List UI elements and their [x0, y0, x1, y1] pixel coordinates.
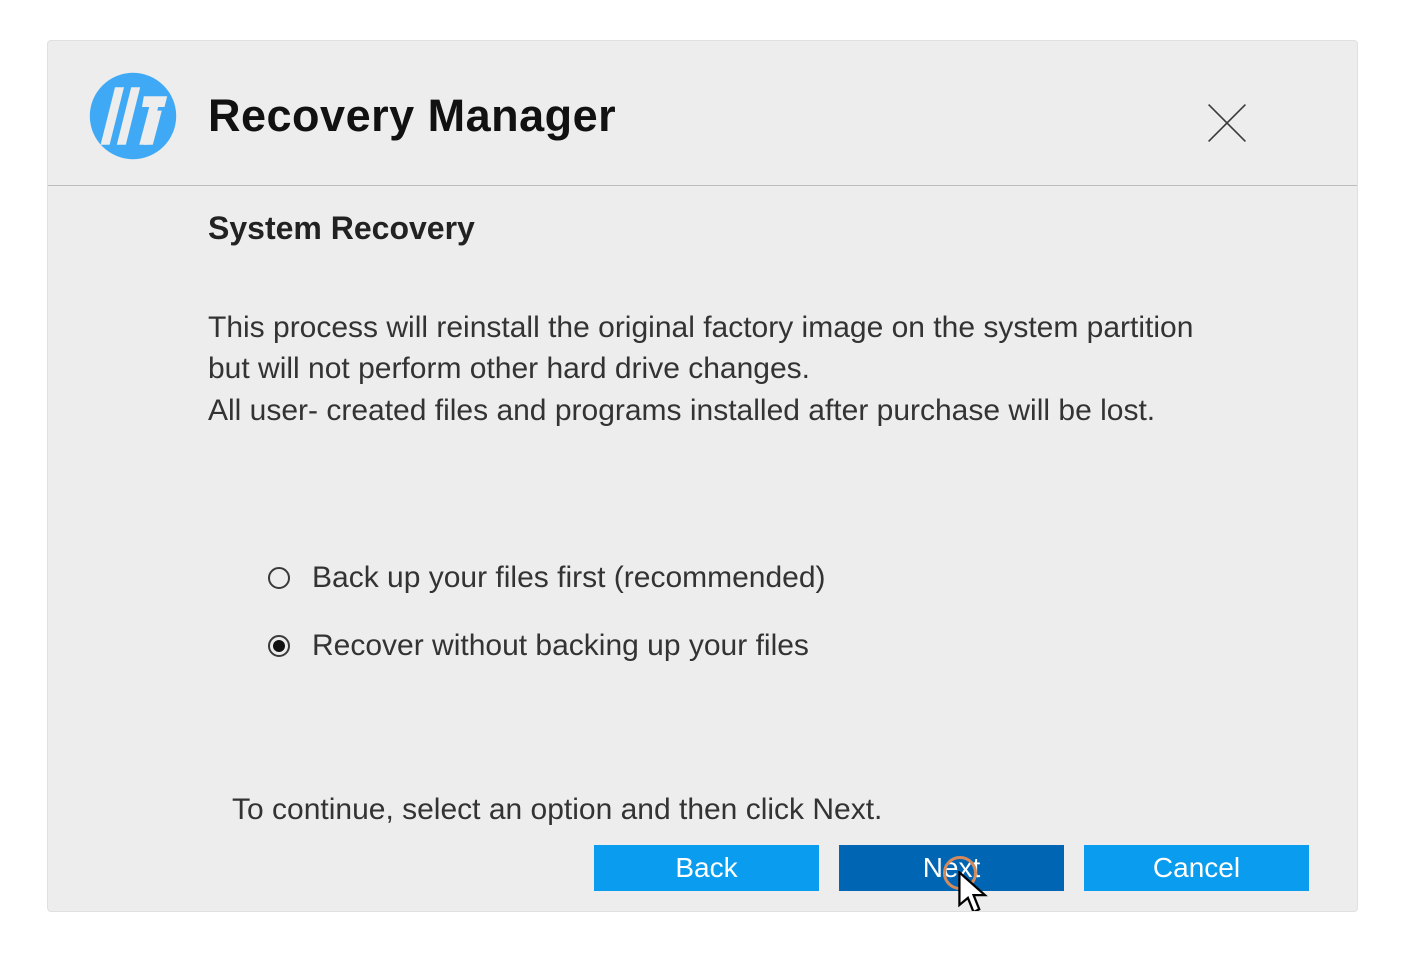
option-label: Back up your files first (recommended) [312, 561, 826, 595]
hp-logo-icon [88, 71, 178, 161]
close-button[interactable] [1197, 93, 1257, 153]
header: Recovery Manager [48, 41, 1357, 186]
option-label: Recover without backing up your files [312, 629, 809, 663]
body: System Recovery This process will reinst… [48, 186, 1357, 827]
close-icon [1204, 100, 1250, 146]
back-button[interactable]: Back [594, 845, 819, 891]
instruction-text: To continue, select an option and then c… [232, 793, 1237, 827]
description: This process will reinstall the original… [208, 307, 1237, 431]
options-group: Back up your files first (recommended) R… [268, 561, 1237, 663]
radio-icon [268, 635, 290, 657]
radio-icon [268, 567, 290, 589]
description-line-2: All user- created files and programs ins… [208, 394, 1155, 427]
footer-buttons: Back Next Cancel [594, 845, 1309, 891]
recovery-manager-window: Recovery Manager System Recovery This pr… [47, 40, 1358, 912]
page-title: System Recovery [208, 210, 1237, 247]
description-line-1: This process will reinstall the original… [208, 311, 1193, 385]
next-button[interactable]: Next [839, 845, 1064, 891]
cancel-button[interactable]: Cancel [1084, 845, 1309, 891]
option-recover-without-backup[interactable]: Recover without backing up your files [268, 629, 1237, 663]
app-title: Recovery Manager [208, 90, 616, 142]
option-backup-first[interactable]: Back up your files first (recommended) [268, 561, 1237, 595]
